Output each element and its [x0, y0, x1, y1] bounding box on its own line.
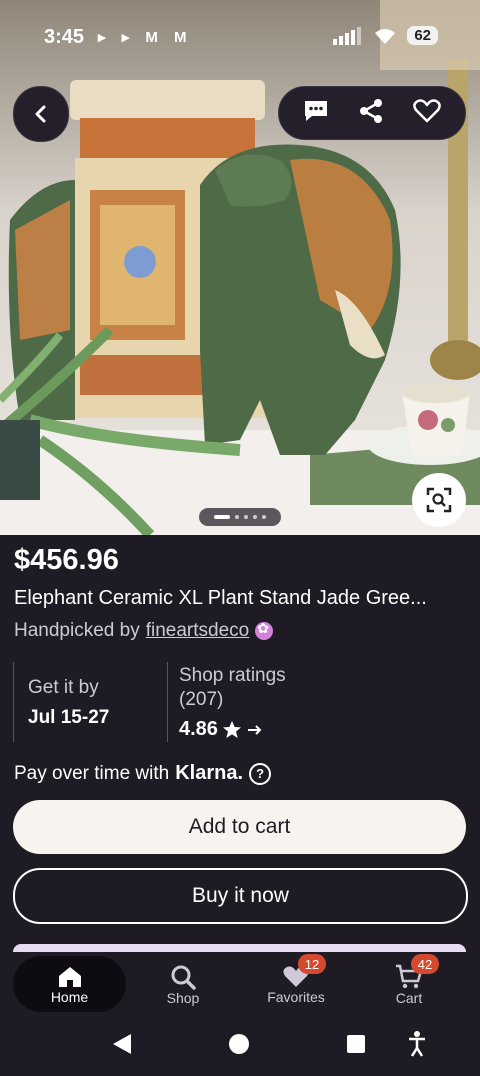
favorite-button[interactable] — [412, 98, 441, 128]
action-bar — [278, 86, 466, 140]
price: $456.96 — [14, 544, 119, 576]
scan-search-icon — [426, 487, 452, 513]
bottom-nav: Home Shop Favorites 12 Cart 42 — [0, 952, 480, 1017]
battery-icon: 62 — [407, 26, 438, 45]
system-nav-bar — [0, 1017, 480, 1071]
nav-home-label: Home — [50, 988, 89, 1005]
add-to-cart-button[interactable]: Add to cart — [13, 800, 466, 854]
nav-shop-label: Shop — [166, 989, 200, 1006]
delivery-estimate: Get it by Jul 15-27 — [13, 662, 168, 742]
ratings-label: Shop ratings — [179, 665, 286, 686]
buy-now-button[interactable]: Buy it now — [13, 868, 468, 924]
status-time: 3:45 — [44, 26, 85, 48]
signal-icon — [333, 26, 362, 45]
message-button[interactable] — [303, 99, 329, 128]
ratings-value: 4.86 — [179, 718, 218, 740]
back-button[interactable] — [13, 86, 69, 142]
favorites-badge: 12 — [298, 954, 326, 974]
klarna-row: Pay over time with Klarna. ? — [14, 762, 272, 785]
nav-home[interactable]: Home — [13, 952, 126, 1017]
klarna-text: Pay over time with — [14, 762, 170, 784]
status-right: 62 — [333, 26, 438, 45]
carousel-dot — [214, 515, 230, 519]
shop-ratings[interactable]: Shop ratings (207) 4.86 — [179, 664, 286, 741]
accessibility-icon[interactable] — [409, 1031, 425, 1057]
system-nav-icons — [113, 1031, 425, 1057]
delivery-dates: Jul 15-27 — [28, 707, 110, 728]
carousel-dot — [262, 515, 266, 519]
star-seller-icon — [255, 620, 274, 640]
delivery-label: Get it by — [28, 677, 99, 698]
nav-cart[interactable]: Cart 42 — [369, 952, 449, 1017]
carousel-dot — [244, 515, 248, 519]
nav-cart-label: Cart — [395, 989, 423, 1006]
carousel-dot — [235, 515, 239, 519]
share-button[interactable] — [358, 98, 384, 129]
arrow-right-icon — [247, 724, 262, 735]
notification-icons: ▸ ▸ M M — [98, 29, 193, 46]
handpicked-line: Handpicked by fineartsdeco — [14, 620, 274, 642]
carousel-dot — [253, 515, 257, 519]
ratings-count: (207) — [179, 689, 224, 710]
cart-badge: 42 — [411, 954, 439, 974]
heart-icon — [412, 98, 441, 122]
recents-square-icon[interactable] — [347, 1035, 365, 1053]
home-circle-icon[interactable] — [229, 1034, 249, 1054]
nav-favorites[interactable]: Favorites 12 — [256, 952, 336, 1017]
search-icon — [171, 965, 196, 990]
product-image[interactable]: 3:45 ▸ ▸ M M 62 — [0, 0, 480, 535]
home-icon — [58, 966, 81, 987]
share-icon — [359, 98, 382, 123]
back-triangle-icon[interactable] — [113, 1034, 131, 1054]
help-icon[interactable]: ? — [249, 762, 272, 785]
elephant-photo — [0, 0, 480, 535]
message-icon — [305, 100, 328, 121]
nav-shop[interactable]: Shop — [143, 952, 223, 1017]
shop-link[interactable]: fineartsdeco — [146, 620, 250, 642]
chevron-left-icon — [35, 105, 46, 123]
handpicked-label: Handpicked by — [14, 620, 140, 641]
carousel-indicator[interactable] — [199, 508, 281, 526]
status-bar: 3:45 ▸ ▸ M M 62 — [0, 0, 480, 70]
nav-favorites-label: Favorites — [267, 988, 325, 1005]
klarna-logo: Klarna. — [175, 762, 244, 784]
star-icon — [222, 720, 241, 738]
listing-title: Elephant Ceramic XL Plant Stand Jade Gre… — [14, 587, 427, 609]
wifi-icon — [375, 28, 396, 44]
visual-search-button[interactable] — [412, 473, 466, 527]
